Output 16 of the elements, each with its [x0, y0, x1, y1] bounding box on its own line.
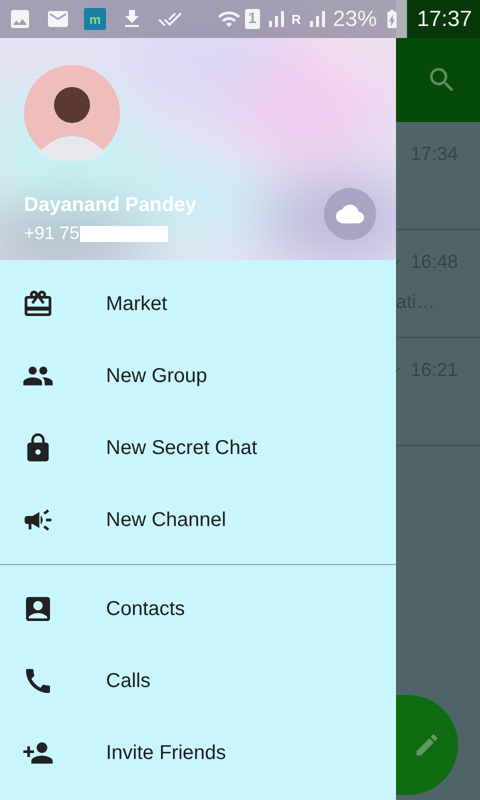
sim-indicator: 1 [245, 9, 260, 29]
avatar[interactable] [24, 65, 120, 161]
clock: 17:37 [416, 6, 472, 32]
roaming-indicator: R [292, 12, 301, 27]
image-icon [8, 7, 32, 31]
menu-item[interactable]: Contacts [0, 573, 396, 645]
menu-item[interactable]: New Group [0, 340, 396, 412]
menu-item[interactable]: New Secret Chat [0, 412, 396, 484]
profile-name: Dayanand Pandey [24, 194, 196, 217]
menu-item[interactable]: Invite Friends [0, 717, 396, 789]
menu-item[interactable]: New Channel [0, 484, 396, 556]
menu-item[interactable]: Calls [0, 645, 396, 717]
app-icon: m [84, 8, 106, 30]
battery-percent: 23% [332, 6, 377, 32]
menu-item[interactable]: Market [0, 268, 396, 340]
phone-number: +91 75 [24, 223, 80, 244]
